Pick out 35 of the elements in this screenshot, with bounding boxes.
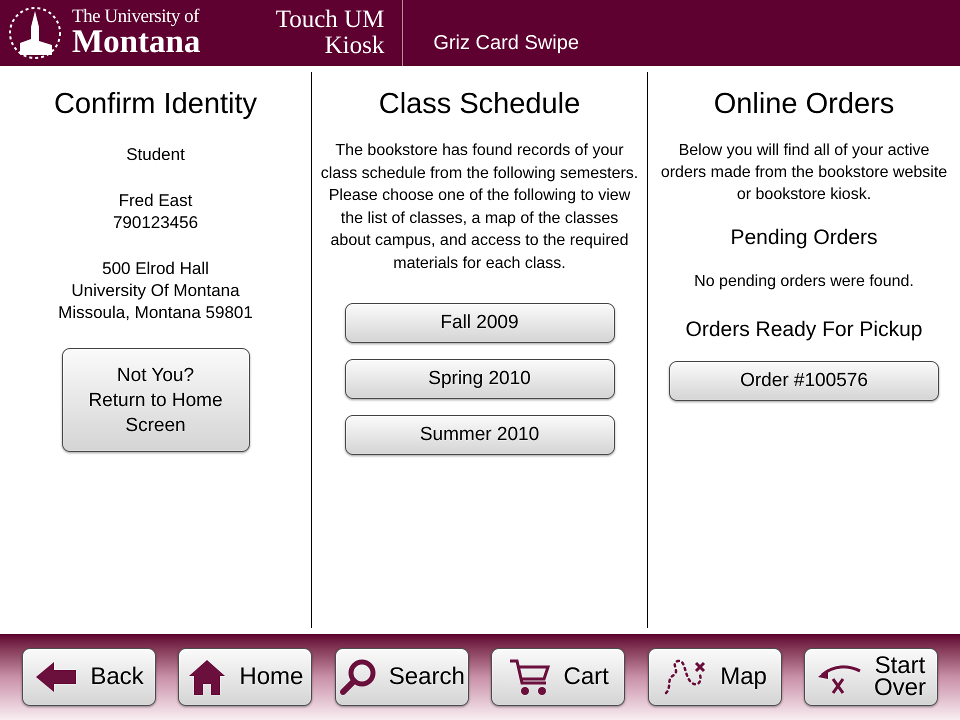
- student-name: Fred East: [118, 190, 192, 212]
- cart-button[interactable]: Cart: [491, 648, 626, 706]
- cart-icon: [508, 657, 552, 697]
- student-id: 790123456: [112, 212, 198, 234]
- address-line: University Of Montana: [71, 280, 240, 302]
- left-arrow-icon: [34, 660, 78, 694]
- home-button[interactable]: Home: [178, 648, 312, 706]
- back-button[interactable]: Back: [22, 648, 156, 706]
- order-button[interactable]: Order #100576: [669, 361, 939, 401]
- page-title: Griz Card Swipe: [433, 31, 579, 56]
- semester-button[interactable]: Summer 2010: [344, 415, 614, 455]
- address-line: Missoula, Montana 59801: [58, 302, 253, 324]
- magnifier-icon: [338, 658, 377, 696]
- schedule-description: The bookstore has found records of your class schedule from the following semesters. Please choose one of the following to view the list of classes, a map of the classes about campus, and access to the required materials for each class.: [320, 141, 639, 274]
- university-line: The University of: [72, 7, 200, 26]
- role-text: Student: [126, 144, 185, 166]
- seal-logo-icon: [8, 5, 62, 61]
- start-over-button[interactable]: Start Over: [804, 648, 938, 706]
- section-title: Confirm Identity: [54, 87, 258, 122]
- university-name: Montana: [72, 26, 200, 59]
- kiosk-title: Touch UM: [276, 7, 384, 33]
- semester-button[interactable]: Spring 2010: [344, 359, 614, 399]
- address-line: 500 Elrod Hall: [102, 258, 209, 280]
- subsection-title: Pending Orders: [730, 225, 878, 251]
- return-home-button[interactable]: Not You? Return to Home Screen: [62, 348, 250, 452]
- section-title: Class Schedule: [378, 87, 580, 122]
- section-title: Online Orders: [714, 87, 894, 122]
- semester-button[interactable]: Fall 2009: [344, 303, 614, 343]
- orders-description: Below you will find all of your active orders made from the bookstore website or bookstore kiosk.: [660, 141, 948, 205]
- empty-message: No pending orders were found.: [694, 272, 914, 292]
- map-button[interactable]: Map: [648, 648, 782, 706]
- house-icon: [187, 657, 228, 697]
- kiosk-subtitle: Kiosk: [324, 33, 384, 59]
- search-button[interactable]: Search: [334, 648, 469, 706]
- subsection-title: Orders Ready For Pickup: [686, 316, 922, 342]
